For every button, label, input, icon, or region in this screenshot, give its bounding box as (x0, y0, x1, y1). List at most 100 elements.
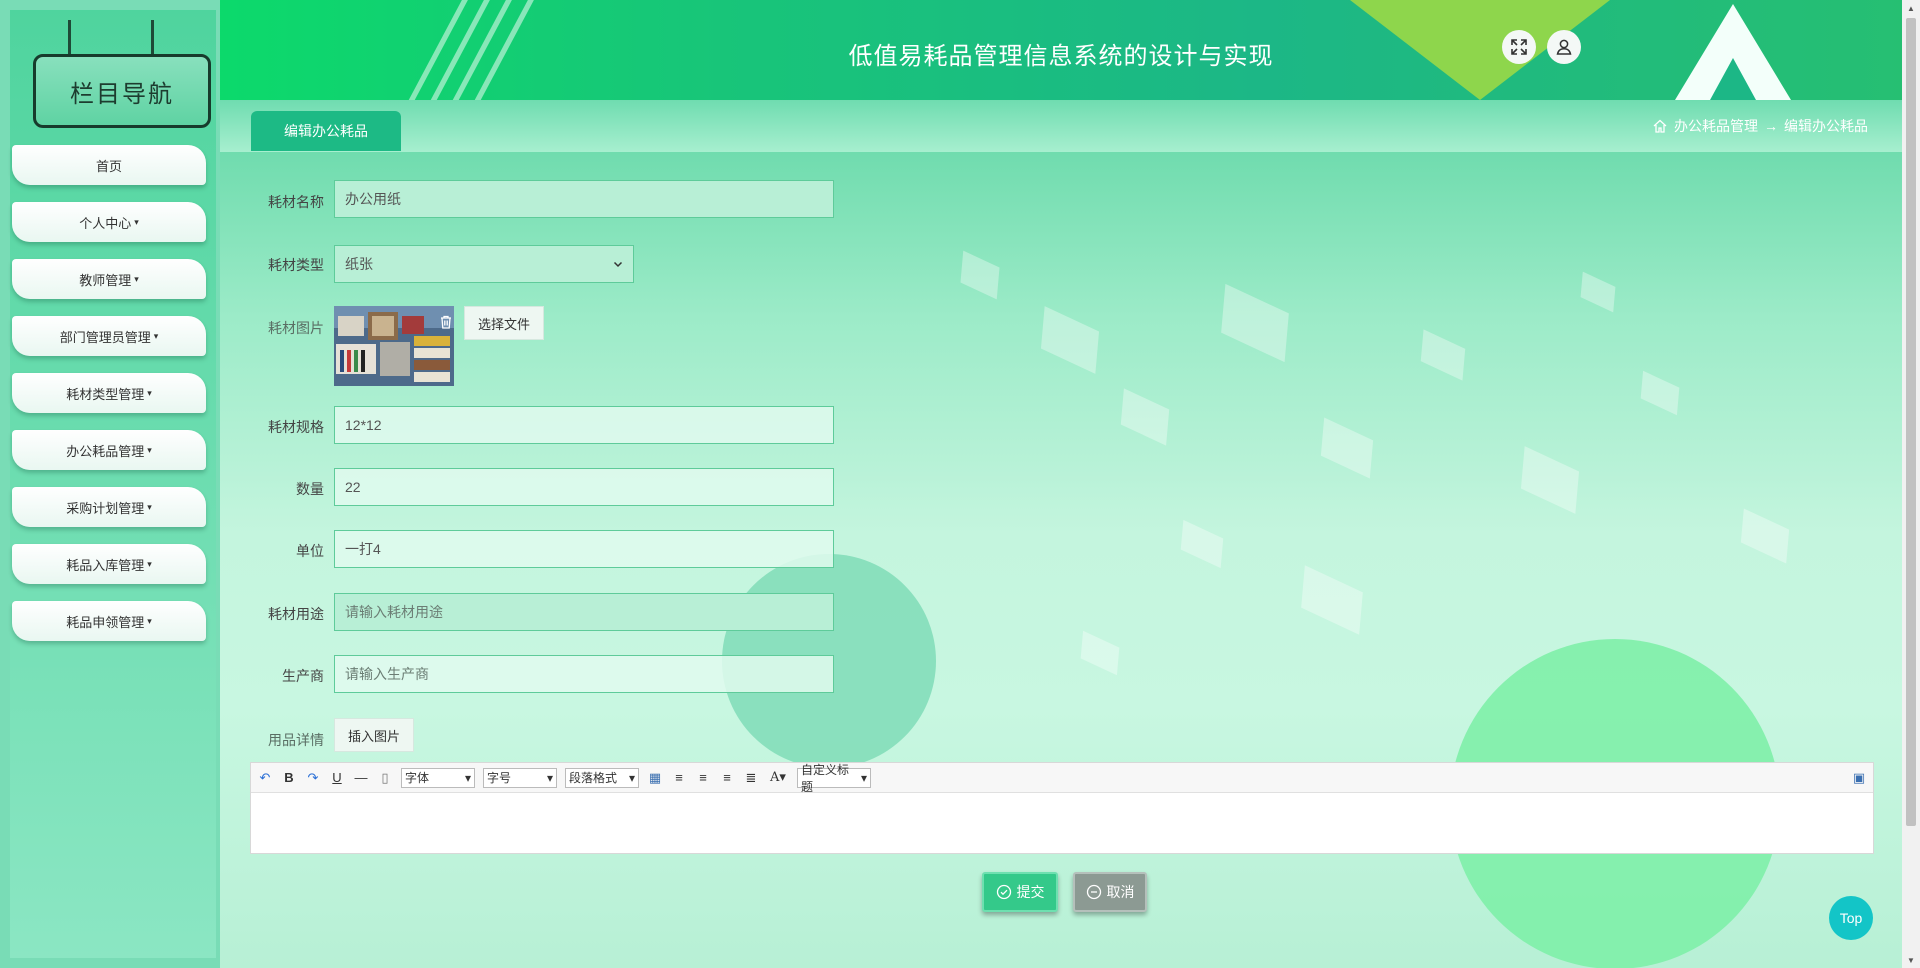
maker-label: 生产商 (282, 668, 324, 684)
decor-shard (1320, 417, 1374, 479)
chevron-down-icon (613, 261, 623, 268)
quantity-label: 数量 (296, 481, 324, 497)
type-label: 耗材类型 (268, 257, 324, 273)
caret-down-icon: ▾ (147, 444, 152, 455)
sidebar-title: 栏目导航 (33, 54, 211, 128)
sidebar-item-label: 教师管理 (79, 272, 132, 288)
caret-down-icon: ▾ (134, 216, 139, 227)
decor-shard (1640, 370, 1680, 416)
submit-label: 提交 (1016, 884, 1045, 900)
source-code-icon[interactable]: ▣ (1851, 770, 1867, 786)
choose-file-button[interactable]: 选择文件 (464, 306, 544, 340)
delete-image-button[interactable] (434, 308, 458, 336)
check-circle-icon (996, 884, 1011, 900)
unit-label: 单位 (296, 543, 324, 559)
sidebar-item-label: 耗品入库管理 (66, 557, 145, 573)
caret-down-icon: ▾ (147, 387, 152, 398)
table-icon[interactable]: ▦ (647, 770, 663, 786)
paragraph-format-value: 段落格式 (569, 771, 618, 785)
minus-circle-icon (1086, 884, 1101, 900)
sidebar-item-label: 耗品申领管理 (66, 614, 145, 630)
image-label: 耗材图片 (268, 320, 324, 336)
decor-shard (1040, 306, 1100, 374)
submit-button[interactable]: 提交 (982, 872, 1058, 912)
decor-shard (960, 250, 1000, 300)
bold-icon[interactable]: B (281, 770, 297, 786)
header: 低值易耗品管理信息系统的设计与实现 (220, 0, 1902, 100)
dropdown-arrow-icon: ▾ (860, 770, 867, 785)
page-icon[interactable]: ▯ (377, 770, 393, 786)
breadcrumb-current: 编辑办公耗品 (1784, 118, 1868, 134)
breadcrumb-parent[interactable]: 办公耗品管理 (1674, 116, 1758, 136)
custom-title-select[interactable]: 自定义标题 ▾ (797, 763, 871, 794)
tab-edit-office-supply[interactable]: 编辑办公耗品 (251, 111, 401, 151)
editor-toolbar: ↶ B ↷ U — ▯ 字体 ▾ 字号 ▾ 段落格式 ▾ ▦ ≡ ≡ ≡ ≣ A▾ 自… (251, 763, 1873, 794)
unit-input[interactable] (334, 530, 834, 568)
decor-shard (1180, 519, 1224, 569)
sidebar-item-dept-admins[interactable]: 部门管理员管理 ▾ (12, 316, 206, 356)
paragraph-format-select[interactable]: 段落格式 ▾ (565, 767, 639, 788)
scroll-thumb[interactable] (1906, 18, 1916, 826)
sidebar-item-label: 部门管理员管理 (59, 329, 151, 345)
font-size-select[interactable]: 字号 ▾ (483, 767, 557, 788)
dropdown-arrow-icon: ▾ (628, 770, 635, 785)
type-select-value: 纸张 (345, 256, 373, 272)
insert-image-button[interactable]: 插入图片 (334, 718, 414, 752)
sidebar-item-purchase-plans[interactable]: 采购计划管理 ▾ (12, 487, 206, 527)
align-right-icon[interactable]: ≡ (695, 770, 711, 786)
decor-shard (1420, 329, 1466, 381)
decor-shard (1080, 630, 1120, 676)
decor-shard (1221, 283, 1289, 363)
sidebar-item-label: 办公耗品管理 (66, 443, 145, 459)
sidebar-item-personal[interactable]: 个人中心 ▾ (12, 202, 206, 242)
quantity-input[interactable] (334, 468, 834, 506)
caret-down-icon: ▾ (147, 558, 152, 569)
scroll-down-icon[interactable]: ▼ (1902, 952, 1920, 968)
usage-input[interactable] (334, 593, 834, 631)
sidebar-item-label: 耗材类型管理 (66, 386, 145, 402)
sidebar: 栏目导航 首页 个人中心 ▾ 教师管理 ▾ 部门管理员管理 ▾ 耗材类型管理 ▾… (0, 0, 220, 968)
fullscreen-button[interactable] (1502, 30, 1536, 64)
sidebar-item-home[interactable]: 首页 (12, 145, 206, 185)
justify-icon[interactable]: ≣ (743, 770, 759, 786)
caret-down-icon: ▾ (147, 615, 152, 626)
undo-icon[interactable]: ↶ (257, 770, 273, 786)
decor-shard (1520, 446, 1580, 514)
sidebar-item-material-types[interactable]: 耗材类型管理 ▾ (12, 373, 206, 413)
dropdown-arrow-icon: ▾ (546, 770, 553, 785)
home-icon[interactable] (1652, 118, 1668, 134)
tab-bar: 编辑办公耗品 办公耗品管理 → 编辑办公耗品 (220, 100, 1902, 152)
sign-string-right (151, 20, 154, 58)
breadcrumb-separator: → (1764, 118, 1778, 134)
font-color-icon[interactable]: A▾ (767, 770, 789, 786)
rich-text-editor: ↶ B ↷ U — ▯ 字体 ▾ 字号 ▾ 段落格式 ▾ ▦ ≡ ≡ ≡ ≣ A▾ 自… (250, 762, 1874, 854)
caret-down-icon: ▾ (153, 330, 159, 341)
align-left-icon[interactable]: ≡ (671, 770, 687, 786)
scroll-up-icon[interactable]: ▲ (1902, 0, 1920, 16)
decor-shard (1120, 388, 1170, 446)
font-family-value: 字体 (405, 771, 430, 785)
main-content: 编辑办公耗品 办公耗品管理 → 编辑办公耗品 耗材名称 耗材类型 耗材图片 耗材… (220, 100, 1902, 968)
back-to-top-button[interactable]: Top (1829, 896, 1873, 940)
decor-shard (1740, 508, 1790, 564)
font-family-select[interactable]: 字体 ▾ (401, 767, 475, 788)
horizontal-rule-icon[interactable]: — (353, 770, 369, 786)
user-button[interactable] (1547, 30, 1581, 64)
sidebar-item-stock-in[interactable]: 耗品入库管理 ▾ (12, 544, 206, 584)
maker-input[interactable] (334, 655, 834, 693)
decor-shard (1301, 565, 1363, 635)
sidebar-item-requisitions[interactable]: 耗品申领管理 ▾ (12, 601, 206, 641)
usage-label: 耗材用途 (268, 606, 324, 622)
name-input[interactable] (334, 180, 834, 218)
type-select[interactable]: 纸张 (334, 245, 634, 283)
cancel-button[interactable]: 取消 (1073, 872, 1147, 912)
sidebar-item-office-supplies[interactable]: 办公耗品管理 ▾ (12, 430, 206, 470)
page-scrollbar[interactable]: ▲ ▼ (1902, 0, 1920, 968)
name-label: 耗材名称 (268, 194, 324, 210)
redo-icon[interactable]: ↷ (305, 770, 321, 786)
dropdown-arrow-icon: ▾ (464, 770, 471, 785)
underline-icon[interactable]: U (329, 770, 345, 786)
sidebar-item-teachers[interactable]: 教师管理 ▾ (12, 259, 206, 299)
spec-input[interactable] (334, 406, 834, 444)
align-center-icon[interactable]: ≡ (719, 770, 735, 786)
